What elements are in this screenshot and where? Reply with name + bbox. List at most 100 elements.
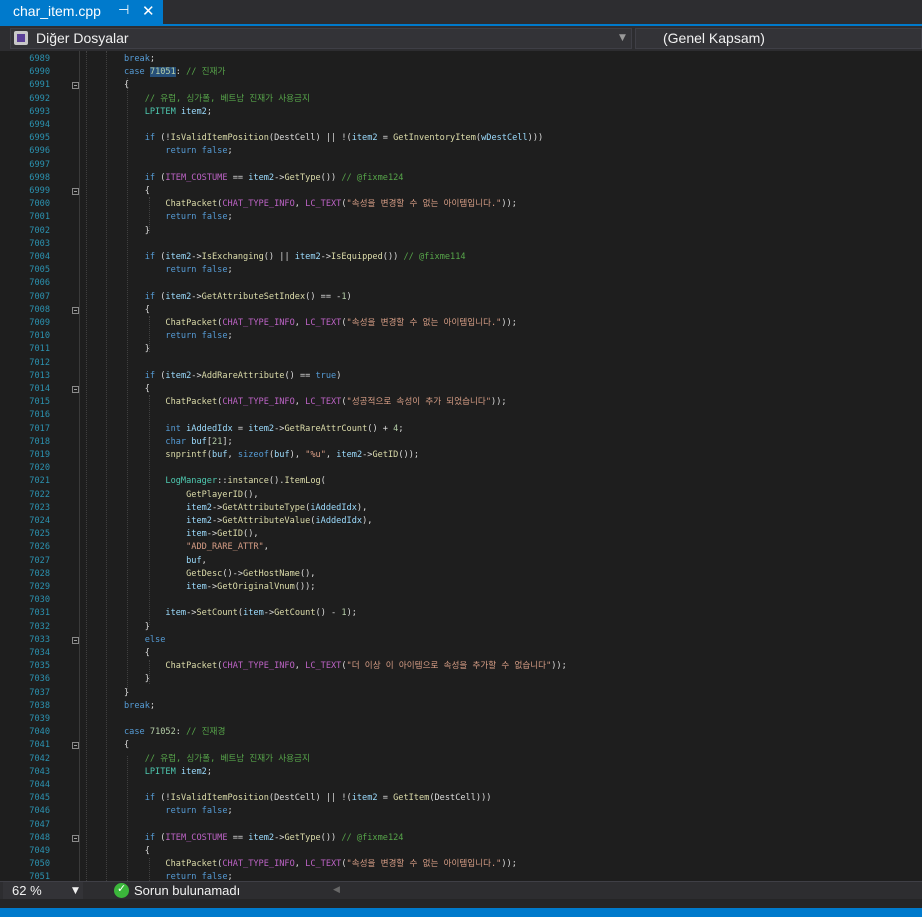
- pin-icon[interactable]: ⊣: [118, 3, 129, 18]
- close-icon[interactable]: ✕: [142, 2, 155, 20]
- collapse-icon[interactable]: [72, 188, 79, 195]
- code-line[interactable]: 7051 return false;: [0, 871, 922, 881]
- panel-divider: [0, 899, 922, 908]
- code-line[interactable]: 7031 item->SetCount(item->GetCount() - 1…: [0, 607, 922, 620]
- code-line[interactable]: 7013 if (item2->AddRareAttribute() == tr…: [0, 370, 922, 383]
- code-line[interactable]: 7014 {: [0, 383, 922, 396]
- collapse-icon[interactable]: [72, 82, 79, 90]
- code-line[interactable]: 7048 if (ITEM_COSTUME == item2->GetType(…: [0, 832, 922, 845]
- code-line[interactable]: 7044: [0, 779, 922, 792]
- collapse-icon[interactable]: [72, 636, 79, 644]
- code-line[interactable]: 7011 }: [0, 343, 922, 356]
- code-line[interactable]: 7018 char buf[21];: [0, 436, 922, 449]
- collapse-icon[interactable]: [72, 834, 79, 842]
- code-line[interactable]: 7000 ChatPacket(CHAT_TYPE_INFO, LC_TEXT(…: [0, 198, 922, 211]
- code-line[interactable]: 7015 ChatPacket(CHAT_TYPE_INFO, LC_TEXT(…: [0, 396, 922, 409]
- code-line[interactable]: 7025 item->GetID(),: [0, 528, 922, 541]
- code-text: return false;: [165, 212, 233, 223]
- code-line[interactable]: 7007 if (item2->GetAttributeSetIndex() =…: [0, 291, 922, 304]
- code-text: }: [124, 225, 150, 236]
- code-line[interactable]: 7008 {: [0, 304, 922, 317]
- code-line[interactable]: 7024 item2->GetAttributeValue(iAddedIdx)…: [0, 515, 922, 528]
- code-line[interactable]: 7038 break;: [0, 700, 922, 713]
- code-line[interactable]: 7019 snprintf(buf, sizeof(buf), "%u", it…: [0, 449, 922, 462]
- code-line[interactable]: 7043 LPITEM item2;: [0, 766, 922, 779]
- code-line[interactable]: 6996 return false;: [0, 145, 922, 158]
- code-text: if (item2->IsExchanging() || item2->IsEq…: [144, 252, 466, 262]
- line-number: 7033: [29, 634, 50, 645]
- code-line[interactable]: 7003: [0, 238, 922, 251]
- project-dropdown[interactable]: Diğer Dosyalar ▼: [10, 28, 632, 49]
- chevron-down-icon[interactable]: ▼: [72, 886, 79, 896]
- code-line[interactable]: 7002 }: [0, 225, 922, 238]
- code-line[interactable]: 7026 "ADD_RARE_ATTR",: [0, 541, 922, 554]
- code-line[interactable]: 7040 case 71052: // 진재경: [0, 726, 922, 739]
- code-line[interactable]: 6991 {: [0, 79, 922, 92]
- code-line[interactable]: 6994: [0, 119, 922, 132]
- code-line[interactable]: 7042 // 유럽, 싱가폴, 베트남 진재가 사용금지: [0, 753, 922, 766]
- code-line[interactable]: 7021 LogManager::instance().ItemLog(: [0, 475, 922, 488]
- code-line[interactable]: 7037}: [0, 687, 922, 700]
- code-line[interactable]: 6989 break;: [0, 53, 922, 66]
- code-line[interactable]: 6999 {: [0, 185, 922, 198]
- code-line[interactable]: 6997: [0, 159, 922, 172]
- code-line[interactable]: 7001 return false;: [0, 211, 922, 224]
- line-number: 7020: [29, 463, 50, 474]
- line-number: 7043: [29, 766, 50, 777]
- code-line[interactable]: 7049 {: [0, 845, 922, 858]
- code-line[interactable]: 7027 buf,: [0, 555, 922, 568]
- scope-dropdown[interactable]: (Genel Kapsam): [635, 28, 922, 49]
- code-line[interactable]: 7009 ChatPacket(CHAT_TYPE_INFO, LC_TEXT(…: [0, 317, 922, 330]
- code-line[interactable]: 7047: [0, 819, 922, 832]
- collapse-icon[interactable]: [72, 306, 79, 314]
- code-line[interactable]: 7012: [0, 357, 922, 370]
- scroll-left-icon[interactable]: ◀: [333, 885, 340, 895]
- line-number: 7038: [29, 700, 50, 711]
- code-line[interactable]: 7032 }: [0, 621, 922, 634]
- collapse-icon[interactable]: [72, 386, 79, 393]
- zoom-dropdown[interactable]: 62 % ▼: [3, 882, 83, 899]
- code-line[interactable]: 7033 else: [0, 634, 922, 647]
- code-line[interactable]: 6990 case 71051: // 진재가: [0, 66, 922, 79]
- code-text: if (!IsValidItemPosition(DestCell) || !(…: [144, 793, 492, 804]
- code-text: item->GetOriginalVnum());: [186, 582, 316, 592]
- code-line[interactable]: 6992 // 유럽, 싱가폴, 베트남 진재가 사용금지: [0, 93, 922, 106]
- code-line[interactable]: 6993 LPITEM item2;: [0, 106, 922, 119]
- code-line[interactable]: 6995 if (!IsValidItemPosition(DestCell) …: [0, 132, 922, 145]
- code-editor[interactable]: 6989 break; 6990 case 71051: // 진재가 6991 {699…: [0, 51, 922, 881]
- code-line[interactable]: 7034 {: [0, 647, 922, 660]
- line-number: 6996: [29, 146, 50, 157]
- chevron-down-icon[interactable]: ▼: [619, 33, 626, 43]
- code-line[interactable]: 7020: [0, 462, 922, 475]
- horizontal-scrollbar[interactable]: [345, 886, 910, 896]
- code-line[interactable]: 7005 return false;: [0, 264, 922, 277]
- code-line[interactable]: 7006: [0, 277, 922, 290]
- collapse-icon[interactable]: [72, 742, 79, 750]
- zoom-level: 62 %: [12, 883, 42, 898]
- code-line[interactable]: 7016: [0, 409, 922, 422]
- line-number: 7050: [29, 859, 50, 870]
- code-line[interactable]: 7045 if (!IsValidItemPosition(DestCell) …: [0, 792, 922, 805]
- line-number: 7031: [29, 608, 50, 619]
- issues-status[interactable]: Sorun bulunamadı: [134, 883, 240, 898]
- code-line[interactable]: 7004 if (item2->IsExchanging() || item2-…: [0, 251, 922, 264]
- code-text: case 71052: // 진재경: [124, 727, 226, 738]
- tab-char-item-cpp[interactable]: char_item.cpp ⊣ ✕: [0, 0, 163, 24]
- code-line[interactable]: 7036 }: [0, 673, 922, 686]
- code-line[interactable]: 7022 GetPlayerID(),: [0, 489, 922, 502]
- code-line[interactable]: 6998 if (ITEM_COSTUME == item2->GetType(…: [0, 172, 922, 185]
- code-line[interactable]: 7028 GetDesc()->GetHostName(),: [0, 568, 922, 581]
- code-line[interactable]: 7035 ChatPacket(CHAT_TYPE_INFO, LC_TEXT(…: [0, 660, 922, 673]
- code-line[interactable]: 7029 item->GetOriginalVnum());: [0, 581, 922, 594]
- code-line[interactable]: 7010 return false;: [0, 330, 922, 343]
- code-line[interactable]: 7023 item2->GetAttributeType(iAddedIdx),: [0, 502, 922, 515]
- code-line[interactable]: 7046 return false;: [0, 805, 922, 818]
- code-line[interactable]: 7039: [0, 713, 922, 726]
- code-line[interactable]: 7050 ChatPacket(CHAT_TYPE_INFO, LC_TEXT(…: [0, 858, 922, 871]
- code-line[interactable]: 7017 int iAddedIdx = item2->GetRareAttrC…: [0, 423, 922, 436]
- check-circle-icon: ✓: [114, 882, 129, 898]
- code-line[interactable]: 7041 {: [0, 739, 922, 752]
- line-number: 7036: [29, 674, 50, 685]
- code-line[interactable]: 7030: [0, 594, 922, 607]
- line-number: 7007: [29, 291, 50, 302]
